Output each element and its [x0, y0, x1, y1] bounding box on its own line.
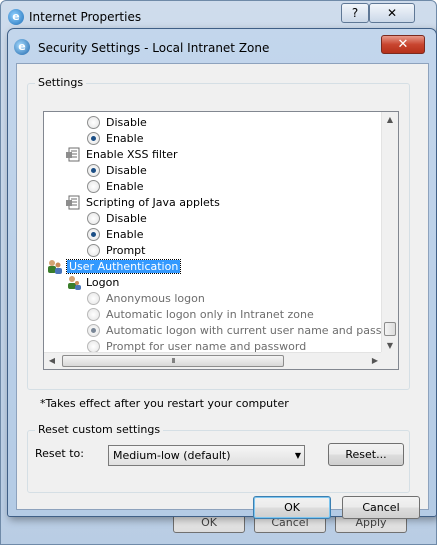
security-settings-dialog: e Security Settings - Local Intranet Zon…	[7, 28, 437, 519]
horizontal-scroll-thumb[interactable]: III	[62, 355, 284, 367]
internet-explorer-icon: e	[14, 39, 30, 55]
radio-option[interactable]: Enable	[87, 227, 143, 243]
settings-row-label: Disable	[106, 164, 147, 177]
reset-group-label: Reset custom settings	[35, 423, 164, 436]
settings-row-label: Disable	[106, 116, 147, 129]
settings-header[interactable]: Enable XSS filter	[66, 147, 178, 163]
vertical-scrollbar[interactable]: ▲ ▼	[381, 112, 398, 354]
radio-button-checked[interactable]	[87, 323, 100, 337]
reset-to-label: Reset to:	[35, 447, 84, 460]
scroll-up-arrow-icon[interactable]: ▲	[382, 112, 398, 128]
cancel-button[interactable]: Cancel	[342, 496, 420, 519]
settings-row-label: Enable XSS filter	[86, 148, 178, 161]
ok-button[interactable]: OK	[253, 496, 331, 519]
settings-row-label: Enable	[106, 228, 144, 241]
radio-option[interactable]: Enable	[87, 131, 143, 147]
dialog-body: Settings Disable Enable Enable XSS filter D…	[16, 63, 429, 519]
radio-button-checked[interactable]	[87, 227, 100, 241]
radio-button[interactable]	[87, 211, 100, 225]
dialog-close-button[interactable]: ✕	[381, 35, 425, 54]
settings-row-label: Automatic logon with current user name a…	[106, 324, 399, 337]
radio-button-checked[interactable]	[87, 131, 100, 145]
close-icon[interactable]: ✕	[369, 3, 415, 23]
settings-row-label: Anonymous logon	[106, 292, 205, 305]
radio-option[interactable]: Enable	[87, 179, 143, 195]
scroll-corner	[381, 352, 398, 369]
scroll-left-arrow-icon[interactable]: ◀	[44, 353, 60, 369]
settings-row-label: User Authentication	[65, 259, 182, 274]
radio-option[interactable]: Automatic logon with current user name a…	[87, 323, 399, 339]
radio-button[interactable]	[87, 291, 100, 305]
radio-button[interactable]	[87, 115, 100, 129]
settings-header[interactable]: Logon	[66, 275, 119, 291]
dialog-title: Security Settings - Local Intranet Zone	[38, 41, 270, 55]
radio-option[interactable]: Anonymous logon	[87, 291, 205, 307]
radio-option[interactable]: Automatic logon only in Intranet zone	[87, 307, 314, 323]
settings-row-label: Disable	[106, 212, 147, 225]
internet-properties-title: Internet Properties	[29, 10, 142, 24]
reset-level-value: Medium-low (default)	[113, 449, 231, 462]
radio-button[interactable]	[87, 307, 100, 321]
user-icon	[66, 275, 81, 290]
internet-explorer-icon: e	[8, 9, 24, 25]
vertical-scroll-thumb[interactable]	[384, 322, 396, 336]
radio-option[interactable]: Disable	[87, 163, 147, 179]
users-icon	[47, 259, 62, 274]
radio-button[interactable]	[87, 243, 100, 257]
settings-row-label: Scripting of Java applets	[86, 196, 220, 209]
help-button[interactable]: ?	[341, 3, 369, 23]
settings-header[interactable]: Scripting of Java applets	[66, 195, 220, 211]
settings-group-label: Settings	[35, 76, 87, 89]
restart-note: *Takes effect after you restart your com…	[40, 397, 289, 410]
settings-row-label: Logon	[86, 276, 120, 289]
settings-row-label: Enable	[106, 132, 144, 145]
settings-row-label: Enable	[106, 180, 144, 193]
settings-tree[interactable]: Disable Enable Enable XSS filter Disable Ena…	[43, 111, 399, 370]
settings-group: Settings Disable Enable Enable XSS filter D…	[27, 76, 410, 390]
dropdown-arrow-icon[interactable]: ▼	[295, 446, 301, 465]
settings-row-label: Automatic logon only in Intranet zone	[106, 308, 314, 321]
reset-level-select[interactable]: Medium-low (default) ▼	[108, 445, 305, 466]
settings-row-label: Prompt	[106, 244, 146, 257]
settings-page-icon	[66, 195, 81, 210]
radio-button-checked[interactable]	[87, 163, 100, 177]
reset-button[interactable]: Reset...	[328, 443, 404, 466]
radio-button[interactable]	[87, 179, 100, 193]
radio-option[interactable]: Disable	[87, 115, 147, 131]
radio-option[interactable]: Disable	[87, 211, 147, 227]
radio-button[interactable]	[87, 339, 100, 353]
settings-page-icon	[66, 147, 81, 162]
settings-category[interactable]: User Authentication	[47, 259, 182, 275]
horizontal-scrollbar[interactable]: ◀ III ▶	[44, 352, 383, 369]
internet-properties-titlebar: e Internet Properties ? ✕	[1, 1, 436, 31]
radio-option[interactable]: Prompt	[87, 243, 145, 259]
